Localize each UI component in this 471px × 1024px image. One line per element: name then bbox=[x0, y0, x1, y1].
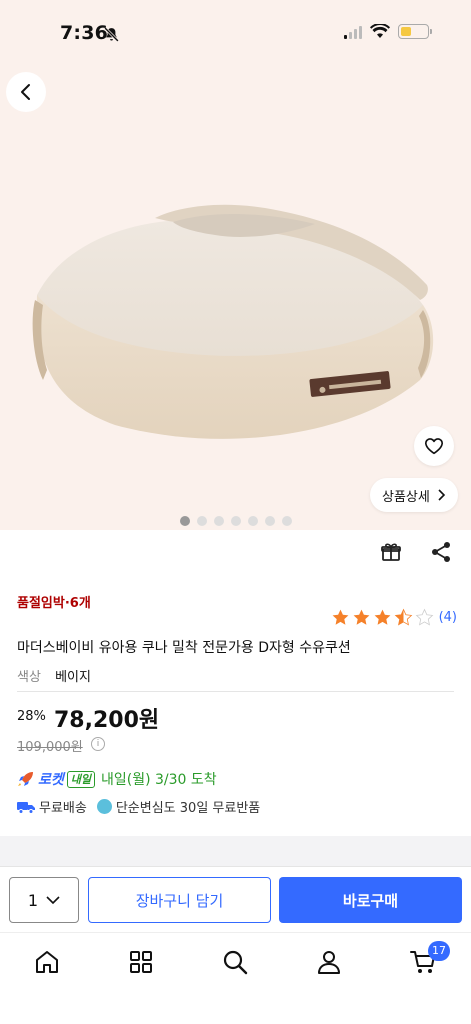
bottom-tab-bar: 17 bbox=[0, 932, 471, 1024]
category-icon[interactable] bbox=[128, 949, 154, 975]
option-label: 색상 bbox=[17, 670, 41, 685]
review-count[interactable]: (4) bbox=[439, 610, 457, 625]
carousel-dot[interactable] bbox=[214, 516, 224, 526]
quantity-value: 1 bbox=[27, 890, 39, 910]
product-image-carousel[interactable]: 상품상세 bbox=[0, 60, 471, 530]
chevron-left-icon bbox=[21, 84, 30, 100]
home-icon[interactable] bbox=[34, 949, 60, 975]
tomorrow-badge: 내일 bbox=[66, 770, 96, 788]
free-return-label: 단순변심도 30일 무료반품 bbox=[115, 801, 261, 816]
carousel-indicator bbox=[180, 516, 292, 526]
battery-icon bbox=[398, 24, 432, 39]
back-button[interactable] bbox=[6, 72, 46, 112]
carousel-dot[interactable] bbox=[282, 516, 292, 526]
chevron-down-icon bbox=[46, 896, 60, 905]
carousel-dot[interactable] bbox=[231, 516, 241, 526]
star-empty-icon bbox=[415, 608, 433, 626]
arrival-date: 내일(월) 3/30 도착 bbox=[101, 772, 217, 788]
rating[interactable]: (4) bbox=[331, 608, 457, 627]
chevron-right-icon bbox=[438, 489, 445, 501]
star-half-icon bbox=[394, 608, 412, 626]
gift-button[interactable] bbox=[379, 540, 403, 564]
status-time: 7:36 bbox=[60, 22, 109, 44]
wifi-icon bbox=[370, 24, 390, 38]
quantity-select[interactable]: 1 bbox=[9, 877, 79, 923]
heart-icon bbox=[424, 438, 444, 455]
my-account-icon[interactable] bbox=[316, 949, 342, 975]
carousel-dot[interactable] bbox=[265, 516, 275, 526]
buy-now-button[interactable]: 바로구매 bbox=[279, 877, 462, 923]
carousel-dot[interactable] bbox=[248, 516, 258, 526]
star-full-icon bbox=[353, 609, 369, 625]
product-detail-label: 상품상세 bbox=[382, 489, 430, 505]
carousel-dot[interactable] bbox=[180, 516, 190, 526]
free-shipping-label: 무료배송 bbox=[39, 801, 87, 816]
sale-price: 78,200원 bbox=[54, 708, 160, 733]
carousel-dot[interactable] bbox=[197, 516, 207, 526]
product-title: 마더스베이비 유아용 쿠나 밀착 전문가용 D자형 수유쿠션 bbox=[17, 640, 351, 656]
info-icon[interactable]: i bbox=[91, 737, 105, 751]
purchase-bar: 1 장바구니 담기 바로구매 bbox=[0, 866, 471, 932]
share-button[interactable] bbox=[429, 540, 453, 564]
product-detail-button[interactable]: 상품상세 bbox=[370, 478, 458, 512]
divider bbox=[17, 691, 454, 692]
share-icon bbox=[432, 542, 450, 562]
cellular-signal-icon bbox=[344, 25, 362, 39]
stock-badge: 품절임박·6개 bbox=[17, 596, 91, 611]
option-row: 색상 베이지 bbox=[17, 666, 91, 685]
original-price: 109,000원 bbox=[17, 740, 83, 755]
return-icon bbox=[96, 799, 112, 814]
rocket-label: 로켓 bbox=[38, 772, 64, 788]
shipping-info: 무료배송 단순변심도 30일 무료반품 bbox=[17, 797, 260, 816]
gift-icon bbox=[381, 543, 401, 561]
star-full-icon bbox=[374, 609, 390, 625]
truck-icon bbox=[17, 801, 35, 814]
wishlist-button[interactable] bbox=[414, 426, 454, 466]
section-separator bbox=[0, 836, 471, 866]
product-image bbox=[32, 204, 434, 439]
add-to-cart-button[interactable]: 장바구니 담기 bbox=[88, 877, 271, 923]
product-actions bbox=[379, 540, 453, 564]
discount-rate: 28% bbox=[17, 709, 46, 724]
status-bar: 7:36 bbox=[0, 0, 471, 60]
search-icon[interactable] bbox=[222, 949, 248, 975]
option-value: 베이지 bbox=[55, 670, 91, 685]
star-full-icon bbox=[332, 609, 348, 625]
bell-off-icon bbox=[104, 27, 119, 42]
rocket-icon bbox=[18, 772, 33, 786]
rocket-delivery: 로켓 내일 내일(월) 3/30 도착 bbox=[17, 769, 217, 789]
cart-count-badge: 17 bbox=[428, 941, 450, 961]
